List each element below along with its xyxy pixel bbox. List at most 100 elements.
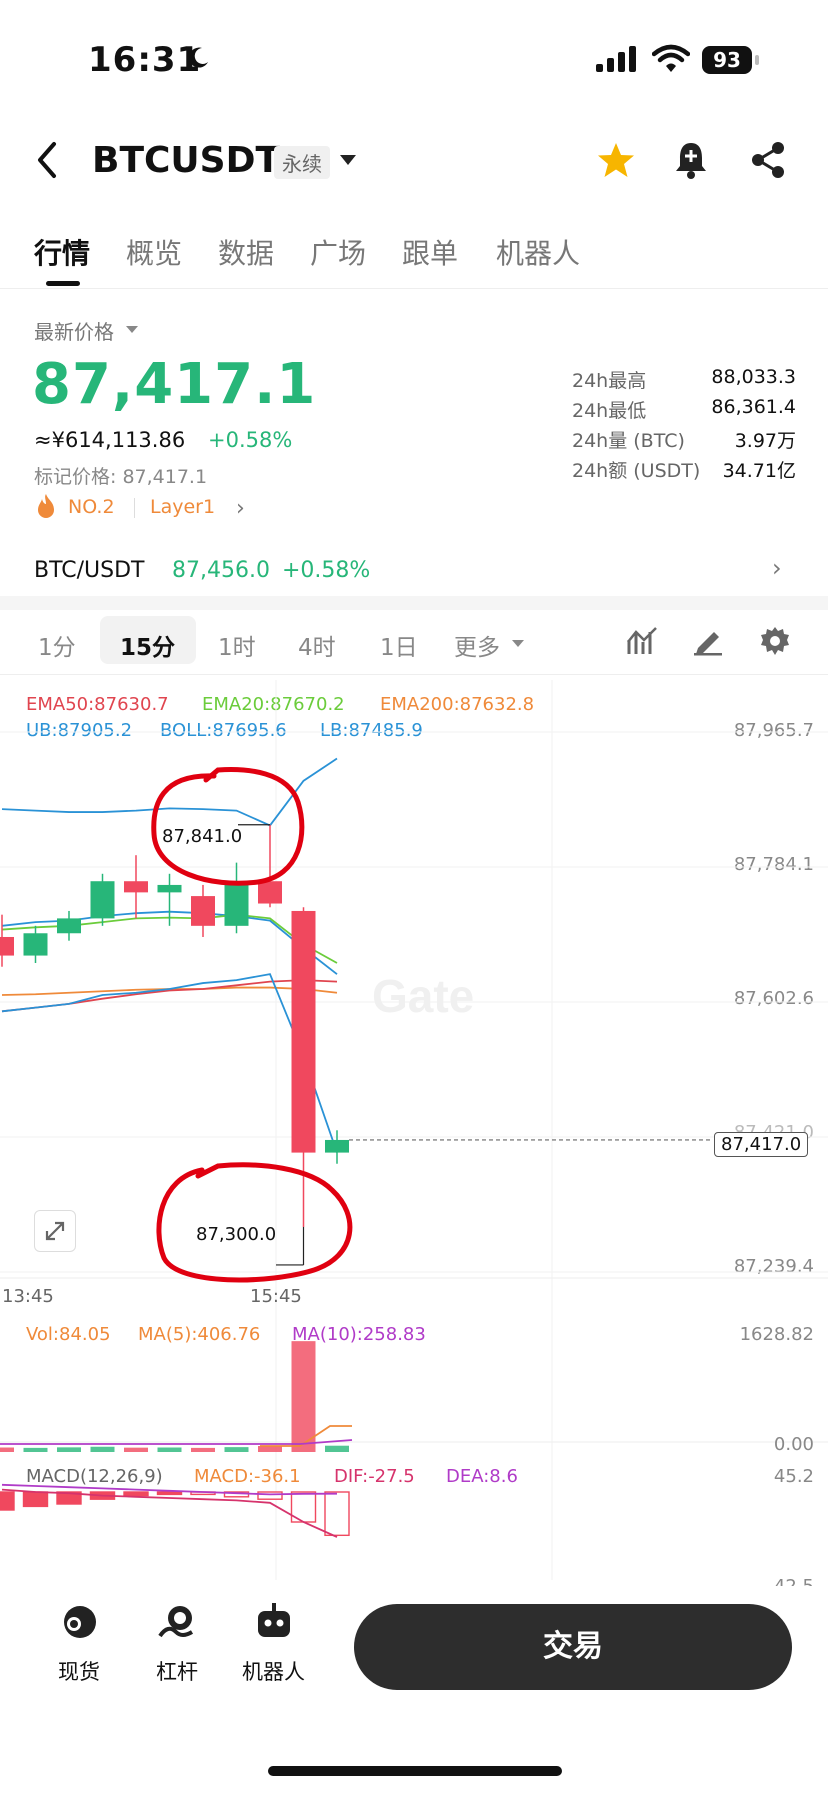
chart-grid [0,680,828,1580]
back-arrow-icon[interactable] [34,140,60,180]
cny-price: ≈¥614,113.86 [34,428,186,452]
legend-macd: MACD:-36.1 [194,1466,301,1487]
stat-value-turnover: 34.71亿 [722,460,796,482]
tab-data[interactable]: 数据 [218,232,274,272]
alert-bell-icon[interactable] [674,140,708,180]
more-dropdown-icon[interactable] [512,640,524,647]
legend-vol-ma5: MA(5):406.76 [138,1324,261,1345]
volume-bar [157,1447,182,1452]
price-change: +0.58% [208,428,293,452]
nav-bot[interactable]: 机器人 [242,1656,305,1686]
contract-type-badge: 永续 [274,146,330,179]
stat-label-high: 24h最高 [572,370,647,392]
legend-vol: Vol:84.05 [26,1324,111,1345]
timeframe-1m[interactable]: 1分 [38,628,76,662]
wifi-icon [652,44,690,72]
stat-value-volume: 3.97万 [734,430,796,452]
macd-dif-line [1,1488,338,1538]
candle-body [0,936,14,956]
share-icon[interactable] [750,140,786,180]
symbol-title[interactable]: BTCUSDT [92,140,280,181]
legend-macd-label: MACD(12,26,9) [26,1466,163,1487]
indicator-icon[interactable] [626,626,658,656]
chevron-right-icon[interactable]: › [236,496,245,521]
nav-spot[interactable]: 现货 [58,1656,100,1686]
signal-icon [596,46,636,72]
symbol-dropdown-icon[interactable] [340,155,356,165]
time-axis-1: 15:45 [250,1286,302,1307]
robot-icon[interactable] [254,1602,294,1642]
candle-body [23,933,48,956]
timeframe-1h[interactable]: 1时 [218,628,256,662]
candle-body [57,918,81,934]
tab-indicator [46,281,80,286]
rank-badge: NO.2 [68,496,115,518]
section-separator [0,596,828,610]
stat-label-low: 24h最低 [572,400,647,422]
category-tag[interactable]: Layer1 [150,496,215,518]
volume-bar [191,1447,215,1452]
macd-hist-bar [123,1491,149,1497]
volume-bar [325,1445,349,1452]
stat-label-volume: 24h量 (BTC) [572,430,685,452]
legend-dif: DIF:-27.5 [334,1466,415,1487]
volume-bar [0,1447,14,1452]
latest-price-label[interactable]: 最新价格 [34,316,114,345]
spot-chevron-icon[interactable]: › [772,554,782,582]
tab-overview[interactable]: 概览 [126,232,182,272]
mark-price: 标记价格: 87,417.1 [34,466,208,488]
stat-value-low: 86,361.4 [711,396,796,418]
candle-body [325,1139,349,1153]
volume-bar [124,1447,148,1452]
battery-cap [755,55,759,65]
volume-bar [291,1341,316,1452]
time-axis-0: 13:45 [2,1286,54,1307]
timeframe-15m[interactable]: 15分 [120,628,175,662]
vol-axis-top: 1628.82 [739,1324,814,1345]
home-indicator [268,1766,562,1776]
battery-level: 93 [702,46,752,74]
tab-copy-trade[interactable]: 跟单 [402,232,458,272]
fullscreen-button[interactable] [34,1210,76,1252]
timeframe-more[interactable]: 更多 [454,628,500,662]
volume-bar [90,1446,115,1452]
spot-icon[interactable] [60,1602,100,1642]
chart-top-divider [0,674,828,675]
favorite-star-icon[interactable] [596,140,636,180]
spot-change: +0.58% [282,558,371,583]
candle-body [191,896,215,926]
margin-icon[interactable] [156,1602,196,1642]
kline-chart[interactable]: Gate [0,680,828,1600]
highlight-circle-low [156,1162,353,1283]
last-price: 87,417.1 [32,352,317,417]
tab-market[interactable]: 行情 [34,232,90,272]
volume-bar [23,1447,48,1452]
candle-body [291,910,316,1153]
settings-gear-icon[interactable] [760,626,790,656]
nav-margin[interactable]: 杠杆 [156,1656,198,1686]
macd-hist-bar [22,1491,49,1508]
spot-pair[interactable]: BTC/USDT [34,558,144,583]
draw-pencil-icon[interactable] [692,626,724,656]
candle-body [90,881,115,919]
timeframe-1d[interactable]: 1日 [380,628,418,662]
volume-bar [258,1446,282,1452]
legend-dea: DEA:8.6 [446,1466,518,1487]
tag-divider [134,498,135,518]
tab-square[interactable]: 广场 [310,232,366,272]
trade-button[interactable]: 交易 [354,1604,792,1690]
fire-icon [38,494,54,518]
highlight-circle-high [151,767,305,886]
boll-lower-line [1,973,338,1153]
macd-hist-bar [156,1491,183,1496]
volume-bar [224,1447,249,1452]
current-price-tag: 87,417.0 [714,1132,809,1157]
moon-icon [189,47,208,68]
expand-icon [45,1221,65,1241]
tab-bot[interactable]: 机器人 [496,232,580,272]
macd-axis-top: 45.2 [773,1466,814,1487]
latest-price-dropdown-icon[interactable] [126,326,138,333]
macd-hist-bar [324,1491,350,1537]
stat-label-turnover: 24h额 (USDT) [572,460,701,482]
timeframe-4h[interactable]: 4时 [298,628,336,662]
